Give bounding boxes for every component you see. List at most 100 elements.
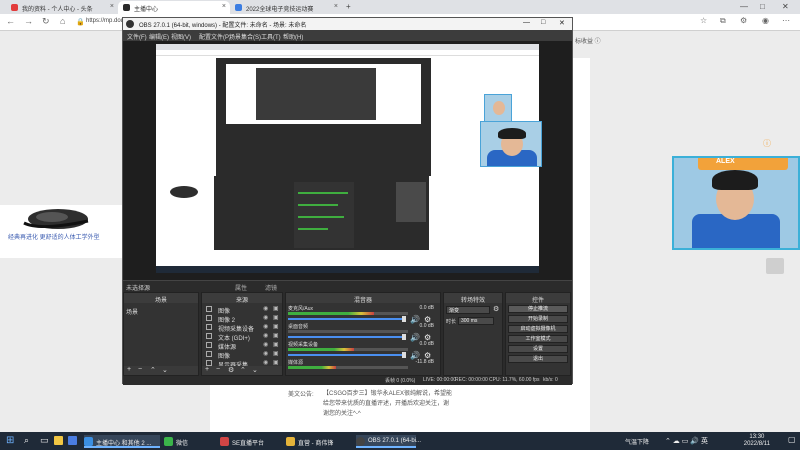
add-scene-icon[interactable]: + [127,366,131,373]
source-settings-icon[interactable]: ⚙ [228,366,234,374]
eye-icon[interactable]: ◉ [263,305,268,312]
collections-icon[interactable]: ⧉ [720,16,726,26]
eye-icon[interactable]: ◉ [263,341,268,348]
tab-streamer-center[interactable]: 主播中心 × [118,1,230,14]
eye-icon[interactable]: ◉ [263,332,268,339]
eye-icon[interactable]: ◉ [263,314,268,321]
maximize-icon[interactable]: □ [541,19,545,26]
tab-profile[interactable]: 我的资料 - 个人中心 - 头条 × [6,1,118,14]
taskbar-se[interactable]: SE直播平台 [220,435,280,448]
close-tab-icon[interactable]: × [110,3,114,10]
menu-scene-collection[interactable]: 场景集合(S) [229,32,261,41]
menu-view[interactable]: 视图(V) [171,32,191,41]
scene-item[interactable]: 场景 [126,307,138,316]
eye-icon[interactable]: ◉ [263,323,268,330]
move-down-icon[interactable]: ⌄ [162,366,168,374]
tray-icons[interactable]: ⌃ ☁ ▭ 🔊 英 [665,436,708,446]
weather-text[interactable]: 气温下降 [625,437,649,446]
volume-slider[interactable] [288,352,406,358]
start-recording-button[interactable]: 开始录制 [508,315,568,323]
close-tab-icon[interactable]: × [334,3,338,10]
menu-help[interactable]: 帮助(H) [283,32,303,41]
taskbar-edge[interactable]: 主播中心 和其他 2 ... [84,435,160,448]
volume-slider[interactable] [288,334,406,340]
lock-icon[interactable]: ▣ [273,332,279,339]
close-tab-icon[interactable]: × [222,3,226,10]
tab-esports[interactable]: 2022全球电子竞技运动赛 × [230,1,342,14]
minimize-icon[interactable]: — [523,19,530,26]
lock-icon[interactable]: ▣ [273,359,279,366]
home-icon[interactable]: ⌂ [60,16,65,26]
maximize-icon[interactable]: □ [760,2,765,11]
properties-button[interactable]: 属性 [235,283,247,292]
source-item[interactable]: 图像 [206,351,230,360]
eye-icon[interactable]: ◉ [263,350,268,357]
mixer-channel: 麦克风/Aux 0.0 dB 🔊 ⚙ [288,305,438,325]
remove-scene-icon[interactable]: − [138,366,142,373]
add-source-icon[interactable]: + [205,366,209,373]
studio-mode-button[interactable]: 工作室模式 [508,335,568,343]
transitions-header: 转场特效 [444,293,502,304]
profile-icon[interactable]: ◉ [762,16,769,25]
source-item[interactable]: 文本 (GDI+) [206,333,250,342]
notification-icon[interactable]: ▢ [788,435,796,444]
scenes-footer: + − ⌃ ⌄ [124,366,198,375]
obs-window: OBS 27.0.1 (64-bit, windows) - 配置文件: 未命名… [122,17,573,385]
clock[interactable]: 13:30 2022/8/11 [744,434,770,448]
nested-obs-panels [214,176,429,250]
favorites-icon[interactable]: ☆ [700,16,707,25]
lock-icon[interactable]: ▣ [273,341,279,348]
lock-icon[interactable]: ▣ [273,323,279,330]
channel-name: 桌面音频 [288,324,309,330]
taskbar-wechat[interactable]: 微信 [164,435,214,448]
app-icon [220,437,229,446]
info-icon[interactable]: ⓘ [763,138,771,149]
move-up-icon[interactable]: ⌃ [150,366,156,374]
lock-icon[interactable]: ▣ [273,305,279,312]
settings-button[interactable]: 设置 [508,345,568,353]
volume-slider[interactable] [288,316,406,322]
source-item[interactable]: 图像 2 [206,315,235,324]
taskbar-obs[interactable]: OBS 27.0.1 (64-bi... [356,435,421,448]
menu-tools[interactable]: 工具(T) [261,32,281,41]
forward-icon[interactable]: → [24,16,33,26]
eye-icon[interactable]: ◉ [263,359,268,366]
close-icon[interactable]: ✕ [559,19,565,27]
menu-profile[interactable]: 配置文件(P) [199,32,231,41]
back-icon[interactable]: ← [6,16,15,26]
volume-meter [288,348,408,351]
exit-button[interactable]: 退出 [508,355,568,363]
move-up-icon[interactable]: ⌃ [240,366,246,374]
app-pinned-icon[interactable] [68,436,77,445]
menu-icon[interactable]: ⋯ [782,16,790,25]
transition-select[interactable]: 渐变 [446,306,490,314]
stop-streaming-button[interactable]: 停止推流 [508,305,568,313]
file-explorer-icon[interactable] [54,436,63,445]
filters-button[interactable]: 滤镜 [265,283,277,292]
menu-file[interactable]: 文件(F) [127,32,147,41]
close-window-icon[interactable]: ✕ [782,2,789,11]
extensions-icon[interactable]: ⚙ [740,16,747,25]
search-icon[interactable]: ⌕ [24,435,29,446]
remove-source-icon[interactable]: − [216,366,220,373]
duration-input[interactable]: 300 ms [458,317,494,325]
move-down-icon[interactable]: ⌄ [252,366,258,374]
source-item[interactable]: 视频采集设备 [206,324,254,333]
lock-icon[interactable]: ▣ [273,350,279,357]
new-tab-icon[interactable]: + [346,2,351,11]
minimize-icon[interactable]: — [740,2,748,11]
source-item[interactable]: 媒体源 [206,342,236,351]
task-view-icon[interactable]: ▭ [40,435,49,446]
transition-settings-icon[interactable]: ⚙ [493,305,499,313]
taskbar-live[interactable]: 直营 - 商伟锋 [286,435,352,448]
url-field[interactable]: https://mp.douyi [86,16,128,28]
fullscreen-icon[interactable] [766,258,784,274]
media-icon [206,342,212,348]
start-icon[interactable]: ⊞ [6,435,14,446]
refresh-icon[interactable]: ↻ [42,16,50,27]
menu-edit[interactable]: 编辑(E) [149,32,169,41]
virtual-camera-button[interactable]: 启动虚拟摄像机 [508,325,568,333]
lock-icon[interactable]: ▣ [273,314,279,321]
source-item[interactable]: 图像 [206,306,230,315]
obs-preview[interactable] [123,41,572,280]
